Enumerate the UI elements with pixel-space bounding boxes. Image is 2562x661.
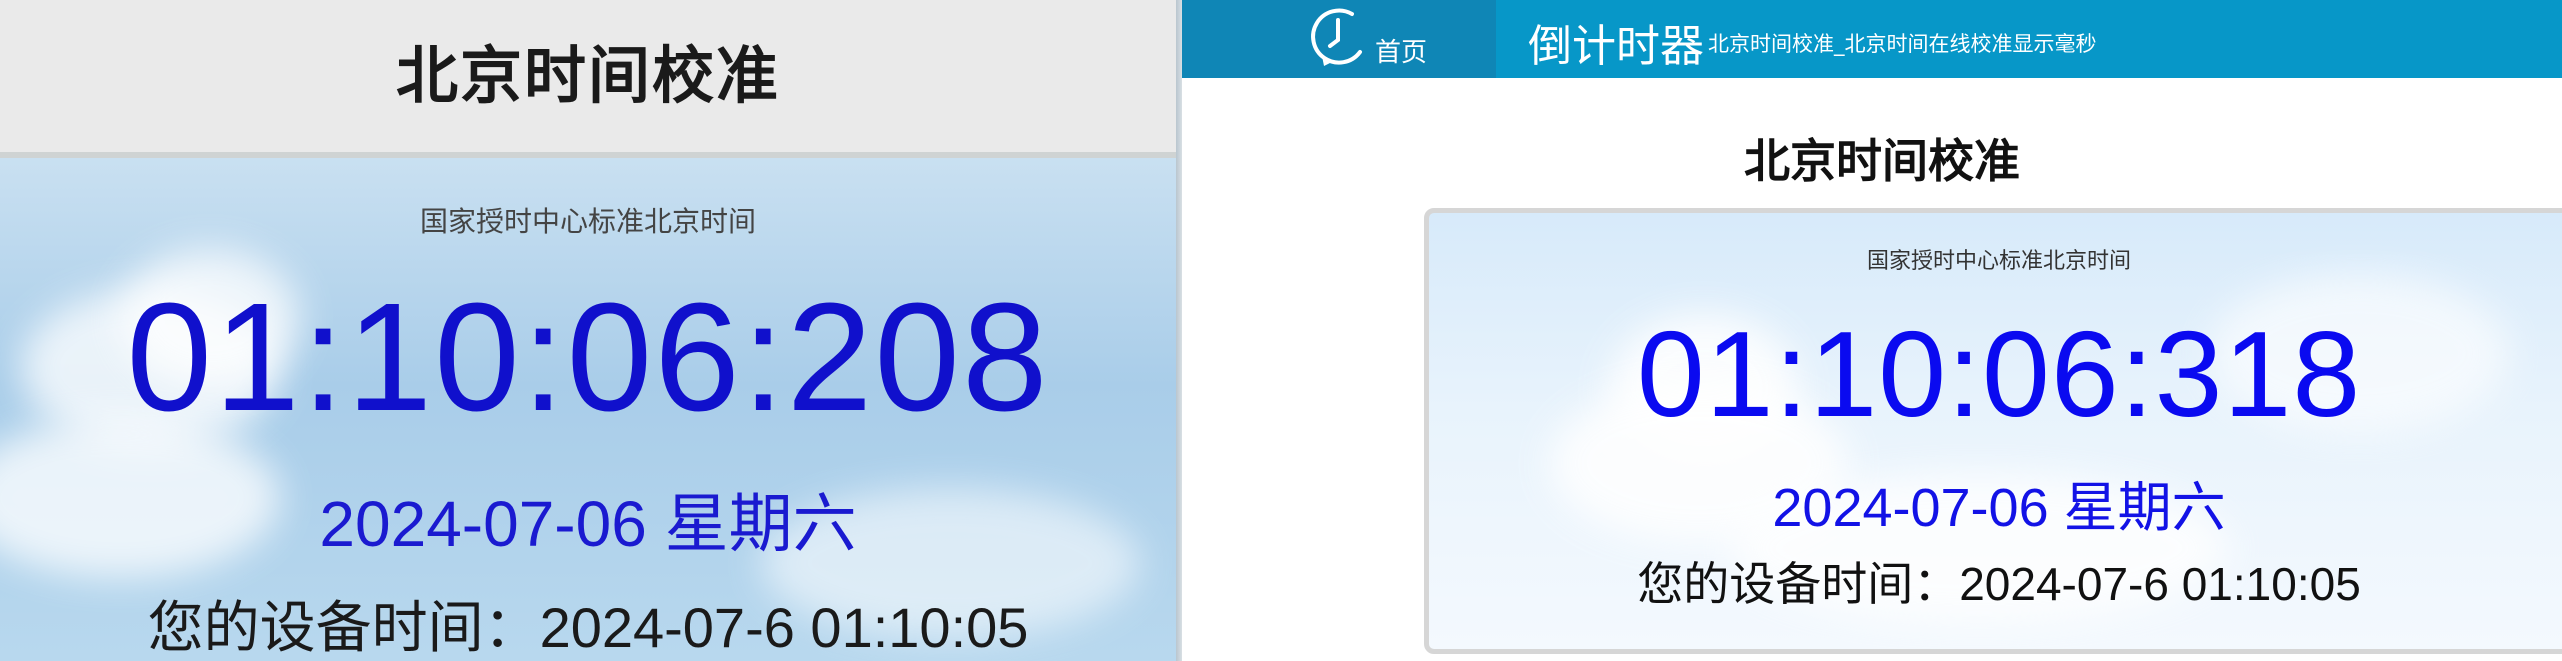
page-heading: 北京时间校准 — [1744, 134, 2020, 188]
clock-display: 01:10:06:318 — [1636, 306, 2362, 442]
zoomed-clock-display: 01:10:06:208 — [126, 271, 1050, 443]
site-subtitle: 北京时间校准_北京时间在线校准显示毫秒 — [1708, 32, 2097, 56]
clock-box: 国家授时中心标准北京时间 01:10:06:318 2024-07-06 星期六… — [1424, 208, 2562, 654]
site-title-link[interactable]: 倒计时器 — [1528, 10, 1704, 74]
zoomed-title-bar: 北京时间校准 — [0, 0, 1176, 152]
home-nav-button[interactable]: 首页 — [1182, 0, 1496, 78]
date-display: 2024-07-06 星期六 — [1772, 478, 2226, 538]
clock-subtitle: 国家授时中心标准北京时间 — [1866, 249, 2131, 274]
zoomed-page-title: 北京时间校准 — [395, 39, 780, 112]
zoomed-clock-panel: 北京时间校准 国家授时中心标准北京时间 01:10:06:208 2024-07… — [0, 0, 1176, 661]
device-time: 您的设备时间：2024-07-6 01:10:05 — [1637, 558, 2361, 610]
top-navigation-bar: 首页 倒计时器 北京时间校准_北京时间在线校准显示毫秒 — [1182, 0, 2562, 78]
home-nav-label: 首页 — [1375, 38, 1428, 68]
zoomed-sky-background: 国家授时中心标准北京时间 01:10:06:208 2024-07-06 星期六… — [0, 158, 1176, 661]
zoomed-subtitle: 国家授时中心标准北京时间 — [419, 205, 756, 238]
zoomed-date-display: 2024-07-06 星期六 — [319, 488, 857, 560]
browser-page: 首页 倒计时器 北京时间校准_北京时间在线校准显示毫秒 北京时间校准 国家授时中… — [1182, 0, 2562, 661]
zoomed-device-time: 您的设备时间：2024-07-6 01:10:05 — [147, 596, 1029, 659]
clock-icon — [1311, 8, 1362, 66]
